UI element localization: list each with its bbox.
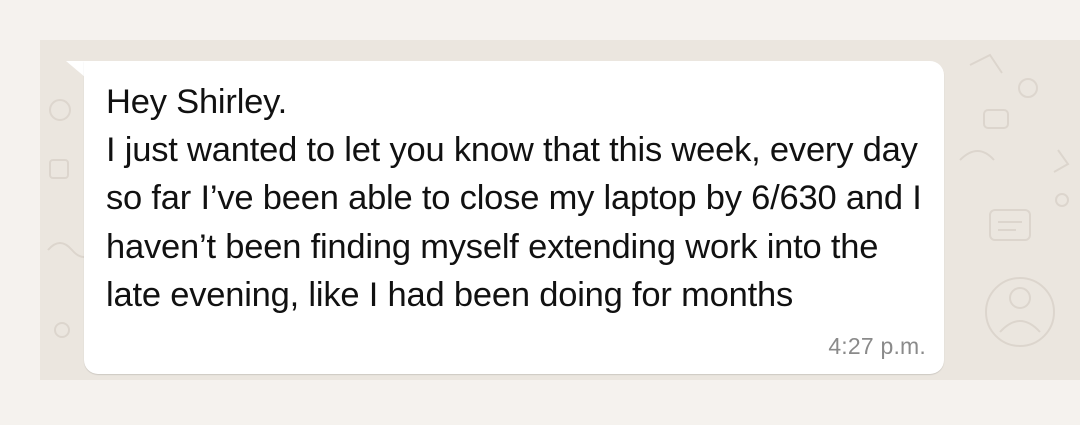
message-bubble[interactable]: Hey Shirley. I just wanted to let you kn… [84,61,944,374]
message-timestamp: 4:27 p.m. [828,333,926,359]
incoming-message[interactable]: Hey Shirley. I just wanted to let you kn… [66,61,944,374]
message-text: Hey Shirley. I just wanted to let you kn… [106,83,922,314]
